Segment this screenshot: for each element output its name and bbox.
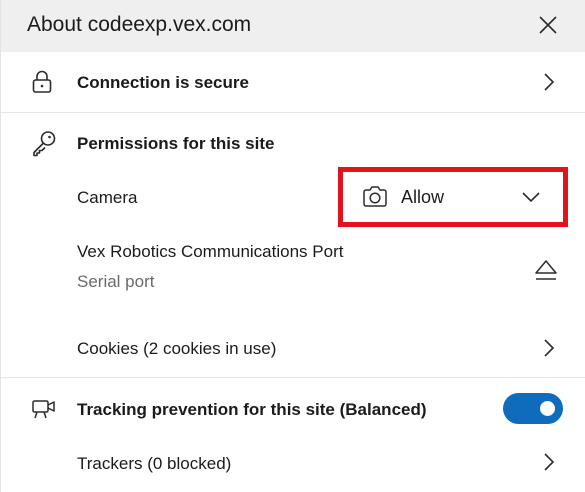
toggle-knob	[540, 401, 555, 416]
site-info-popup: About codeexp.vex.com Connection is secu…	[0, 0, 585, 492]
chevron-right-icon	[539, 452, 559, 472]
eject-icon	[535, 260, 557, 280]
camera-label: Camera	[77, 188, 138, 207]
chevron-down-icon	[521, 189, 541, 205]
serial-port-label: Vex Robotics Communications Port	[77, 242, 344, 261]
tracking-prevention-toggle[interactable]	[503, 393, 563, 424]
tracking-prevention-icon	[31, 396, 57, 420]
divider	[1, 112, 585, 113]
trackers-label: Trackers (0 blocked)	[77, 454, 232, 473]
cookies-label: Cookies (2 cookies in use)	[77, 339, 277, 358]
serial-port-sublabel: Serial port	[77, 272, 155, 291]
connection-label: Connection is secure	[77, 73, 249, 92]
chevron-right-icon	[539, 72, 559, 92]
key-icon	[31, 130, 57, 158]
permissions-heading: Permissions for this site	[77, 134, 275, 153]
popup-header: About codeexp.vex.com	[1, 0, 585, 52]
close-button[interactable]	[531, 8, 565, 42]
popup-title: About codeexp.vex.com	[27, 13, 252, 36]
camera-permission-select[interactable]: Allow	[347, 176, 559, 218]
divider	[1, 377, 585, 378]
camera-icon	[362, 185, 388, 209]
chevron-right-icon	[539, 338, 559, 358]
tracking-prevention-label: Tracking prevention for this site (Balan…	[77, 400, 427, 419]
eject-button[interactable]	[533, 258, 559, 282]
lock-icon	[31, 70, 53, 94]
close-icon	[539, 16, 557, 34]
camera-permission-value: Allow	[401, 187, 445, 207]
